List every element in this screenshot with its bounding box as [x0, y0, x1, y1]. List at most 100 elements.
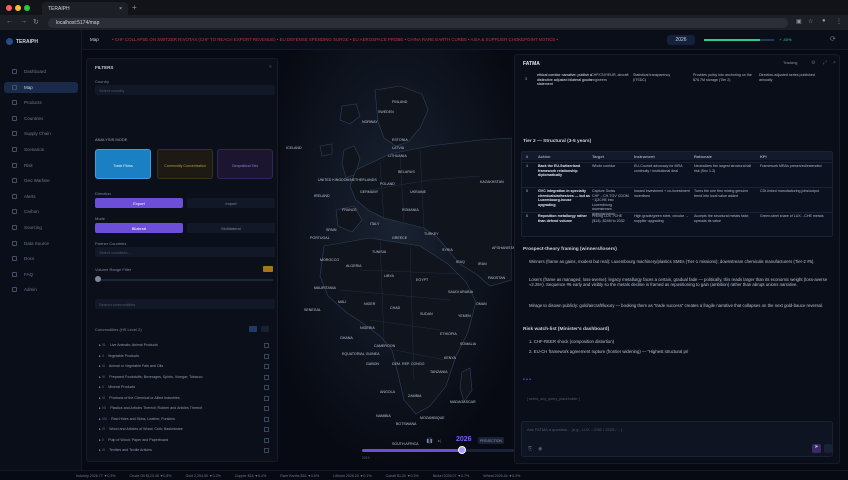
top-slider[interactable] — [704, 39, 774, 41]
country-label-netherlands[interactable]: NETHERLANDS — [350, 178, 377, 182]
country-label-sudan[interactable]: SUDAN — [420, 312, 433, 316]
commodity-row[interactable]: ▸ V Mineral Products — [95, 383, 273, 392]
country-label-namibia[interactable]: NAMIBIA — [376, 414, 391, 418]
country-label-morocco[interactable]: MOROCCO — [320, 258, 339, 262]
country-label-ireland[interactable]: IRELAND — [314, 194, 330, 198]
maximize-window-icon[interactable] — [24, 5, 30, 11]
chat-input[interactable]: Ask FATMA a question... (e.g., LUX→CHE /… — [521, 421, 833, 457]
country-label-ethiopia[interactable]: ETHIOPIA — [440, 332, 457, 336]
sidebar-item-countries[interactable]: Countries — [4, 113, 78, 124]
country-label-iraq[interactable]: IRAQ — [456, 260, 465, 264]
country-label-greece[interactable]: GREECE — [392, 236, 407, 240]
country-label-pakistan[interactable]: PAKISTAN — [488, 276, 505, 280]
commodity-checkbox[interactable] — [264, 448, 269, 453]
country-label-algeria[interactable]: ALGERIA — [346, 264, 362, 268]
country-label-france[interactable]: FRANCE — [342, 208, 357, 212]
pause-icon[interactable]: ❚❚ — [426, 437, 433, 444]
country-label-libya[interactable]: LIBYA — [384, 274, 394, 278]
commodity-row[interactable]: ▸ X Pulp of Wood; Paper and Paperboard — [95, 436, 273, 445]
country-label-madagascar[interactable]: MADAGASCAR — [450, 400, 476, 404]
reload-icon[interactable]: ↻ — [33, 18, 39, 26]
commodity-checkbox[interactable] — [264, 406, 269, 411]
country-label-ghana[interactable]: GHANA — [340, 336, 353, 340]
url-bar[interactable]: localhost:5174/map — [48, 18, 788, 28]
country-label-kazakhstan[interactable]: KAZAKHSTAN — [480, 180, 504, 184]
commodity-row[interactable]: ▸ VII Plastics and Articles Thereof; Rubb… — [95, 404, 273, 413]
country-label-estonia[interactable]: ESTONIA — [392, 138, 408, 142]
country-label-spain[interactable]: SPAIN — [326, 228, 337, 232]
expand-icon[interactable]: ⤢ — [823, 60, 827, 66]
minimize-window-icon[interactable] — [15, 5, 21, 11]
country-label-mauritania[interactable]: MAURITANIA — [314, 286, 336, 290]
sidebar-item-sourcing[interactable]: Sourcing — [4, 222, 78, 233]
commodity-checkbox[interactable] — [264, 364, 269, 369]
country-label-ukraine[interactable]: UKRAINE — [410, 190, 426, 194]
country-label-egypt[interactable]: EGYPT — [416, 278, 428, 282]
timeline-handle[interactable] — [457, 446, 466, 454]
sidebar-item-dashboard[interactable]: Dashboard — [4, 66, 78, 77]
sidebar-item-docs[interactable]: Docs — [4, 253, 78, 264]
mic-icon[interactable]: ◉ — [538, 446, 542, 452]
settings-icon[interactable]: ⚙ — [811, 60, 815, 66]
commodity-checkbox[interactable] — [264, 343, 269, 348]
export-button[interactable]: Export — [95, 198, 183, 208]
close-window-icon[interactable] — [6, 5, 12, 11]
send-icon[interactable]: ➤ — [812, 444, 821, 453]
collapse-icon[interactable]: « — [269, 64, 272, 70]
commodity-checkbox[interactable] — [264, 395, 269, 401]
country-label-united-kingdom[interactable]: UNITED KINGDOM — [318, 178, 350, 182]
commodity-row[interactable]: ▸ III Animal or Vegetable Fats and Oils — [95, 362, 273, 371]
world-map[interactable]: ICELAND NORWAY SWEDEN FINLAND ESTONIA LATVIA L… — [280, 50, 784, 470]
import-button[interactable]: Import — [187, 198, 275, 208]
country-label-sweden[interactable]: SWEDEN — [378, 110, 394, 114]
country-label-mozambique[interactable]: MOZAMBIQUE — [420, 416, 445, 420]
country-label-botswana[interactable]: BOTSWANA — [396, 422, 416, 426]
year-selector[interactable]: 2026 — [667, 35, 695, 45]
close-icon[interactable]: × — [833, 60, 836, 66]
country-label-mali[interactable]: MALI — [338, 300, 346, 304]
country-label-gabon[interactable]: GABON — [366, 362, 379, 366]
country-label-iceland[interactable]: ICELAND — [286, 146, 302, 150]
country-label-germany[interactable]: GERMANY — [360, 190, 378, 194]
refresh-icon[interactable]: ⟳ — [830, 35, 836, 43]
country-label-angola[interactable]: ANGOLA — [380, 390, 395, 394]
country-label-senegal[interactable]: SENEGAL — [304, 308, 321, 312]
sidebar-item-products[interactable]: Products — [4, 97, 78, 108]
volume-slider-handle[interactable] — [95, 276, 101, 282]
commodity-row[interactable]: ▸ VI Products of the Chemical or Allied I… — [95, 394, 273, 403]
country-label-iran[interactable]: IRAN — [478, 262, 487, 266]
sidebar-item-data-source[interactable]: Data Source — [4, 238, 78, 249]
country-label-tunisia[interactable]: TUNISIA — [372, 250, 386, 254]
sidebar-item-supply-chain[interactable]: Supply Chain — [4, 128, 78, 139]
country-label-lithuania[interactable]: LITHUANIA — [388, 154, 407, 158]
commodity-checkbox[interactable] — [264, 374, 269, 380]
commodity-row[interactable]: ▸ XI Textiles and Textile Articles — [95, 446, 273, 455]
translate-icon[interactable]: ▣ — [796, 18, 802, 25]
partner-select[interactable]: Select countries... — [95, 247, 275, 257]
commodity-checkbox[interactable] — [264, 353, 269, 359]
tab-close-icon[interactable]: × — [119, 6, 122, 12]
new-tab-icon[interactable]: + — [132, 3, 137, 12]
country-label-italy[interactable]: ITALY — [370, 222, 379, 226]
country-label-nigeria[interactable]: NIGERIA — [360, 326, 375, 330]
commodity-checkbox[interactable] — [264, 427, 269, 432]
country-label-romania[interactable]: ROMANIA — [402, 208, 419, 212]
country-label-dem-rep-congo[interactable]: DEM. REP. CONGO — [392, 362, 424, 366]
browser-tab[interactable]: TERAIPH × — [42, 2, 128, 15]
country-label-turkey[interactable]: TURKEY — [424, 232, 439, 236]
commodity-checkbox[interactable] — [264, 385, 269, 390]
commodity-checkbox[interactable] — [264, 437, 269, 443]
trade-flows-card[interactable]: Trade Flows — [95, 149, 151, 179]
country-label-norway[interactable]: NORWAY — [362, 120, 378, 124]
commodity-row[interactable]: ▸ IV Prepared Foodstuffs; Beverages, Spir… — [95, 373, 273, 382]
country-label-saudi-arabia[interactable]: SAUDI ARABIA — [448, 290, 473, 294]
sidebar-item-admin[interactable]: Admin — [4, 284, 78, 295]
country-label-zambia[interactable]: ZAMBIA — [408, 394, 421, 398]
country-label-equatorial-guinea[interactable]: EQUATORIAL GUINEA — [342, 352, 379, 356]
sidebar-item-geo-warfare[interactable]: Geo Warfare — [4, 175, 78, 186]
sidebar-item-alerts[interactable]: Alerts — [4, 191, 78, 202]
bilateral-button[interactable]: Bilateral — [95, 223, 183, 233]
bookmark-icon[interactable]: ☆ — [808, 18, 813, 25]
country-label-belarus[interactable]: BELARUS — [398, 170, 415, 174]
country-label-finland[interactable]: FINLAND — [392, 100, 407, 104]
